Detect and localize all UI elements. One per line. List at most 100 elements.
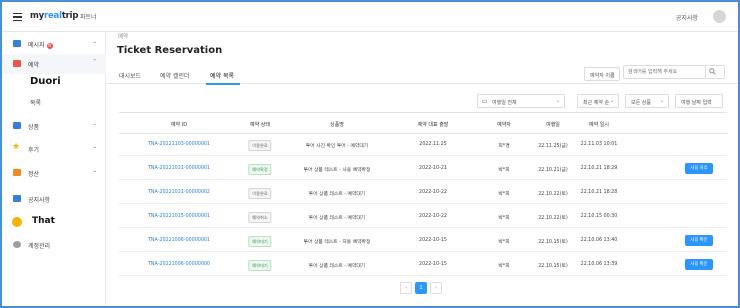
departure-date: 2022.11.25 — [419, 142, 447, 147]
status-badge: 이용완료 — [248, 188, 272, 199]
booker-name: 박*희 — [498, 216, 510, 221]
date-range-input[interactable]: 여행 날짜 입력 — [675, 94, 723, 108]
booked-at: 22.10.15 00:30 — [580, 214, 618, 219]
table-row[interactable]: TNA-20221021-00000002 이용완료 투어 상품 테스트 - 예약대… — [119, 182, 727, 204]
status-badge: 이용완료 — [248, 140, 272, 151]
chevron-down-icon: ⌄ — [555, 98, 560, 104]
sidebar-sub-list[interactable]: 목록 — [30, 98, 41, 107]
row-action-button[interactable]: 사용 확인 — [685, 235, 713, 246]
product-name: 투어 상품 테스트 - 예약대기 — [308, 192, 366, 197]
top-bar: myrealtrip 파트너 공지사항 — [2, 2, 738, 32]
product-name: 투어 상품 테스트 - 예약대기 — [308, 216, 366, 221]
smile-icon — [12, 217, 22, 227]
sidebar-item-that[interactable]: That — [2, 212, 106, 232]
travel-date: 22.10.21(금) — [538, 168, 568, 173]
reservation-id-link[interactable]: TNA-20221015-00000001 — [148, 214, 210, 219]
message-icon — [13, 40, 21, 47]
megaphone-icon — [13, 195, 21, 202]
avatar[interactable] — [713, 10, 726, 23]
product-name: 투어 상품 테스트 - 예약대기 — [308, 264, 366, 269]
sidebar: 메시지 N ⌄ 예약 ⌃ Duori 목록 상품 ⌄ ★ 후기 ⌄ 정산 ⌄ 공지… — [2, 32, 106, 306]
active-tab-indicator — [206, 83, 240, 85]
tab-reservation-list[interactable]: 예약 목록 — [210, 71, 234, 80]
next-page-button[interactable]: › — [430, 282, 442, 294]
sort-select[interactable]: 최근 예약 순 ⌄ — [577, 94, 619, 108]
booked-at: 22.10.06 13:40 — [580, 238, 618, 243]
row-action-button[interactable]: 사용 확인 — [685, 259, 713, 270]
travel-date: 22.10.15(토) — [538, 240, 568, 245]
travel-date: 22.11.25(금) — [538, 144, 568, 149]
brand-subtitle: 파트너 — [80, 14, 97, 21]
table-row[interactable]: TNA-20221006-00000001 예약대기 투어 상품 테스트 - 자동 … — [119, 230, 727, 252]
reservation-id-link[interactable]: TNA-20221021-00000002 — [148, 190, 210, 195]
product-name: 투어 상품 테스트 - 자동 예약확정 — [303, 240, 371, 245]
status-badge: 예약대기 — [248, 236, 272, 247]
reservation-id-link[interactable]: TNA-20221103-00000001 — [148, 142, 210, 147]
booker-name: 박*희 — [498, 192, 510, 197]
chevron-down-icon: ⌄ — [92, 144, 97, 150]
table-row[interactable]: TNA-20221015-00000001 예약취소 투어 상품 테스트 - 예약대… — [119, 206, 727, 228]
table-header: 예약 ID 예약 상태 상품명 예약 대표 출발 예약자 여행일 예약 일시 — [119, 112, 727, 134]
booked-at: 22.10.06 13:39 — [580, 262, 618, 267]
product-name: 투어 상품 테스트 - 사용 예약확정 — [303, 168, 371, 173]
chevron-down-icon: ⌄ — [92, 121, 97, 127]
departure-date: 2022-10-15 — [419, 238, 447, 243]
sidebar-sub-duori[interactable]: Duori — [30, 76, 61, 87]
tab-calendar[interactable]: 예약 캘린더 — [160, 71, 190, 80]
chevron-down-icon: ⌄ — [92, 39, 97, 45]
row-action-button[interactable]: 사용 처리 — [685, 163, 713, 174]
search-icon — [709, 68, 716, 75]
tab-dashboard[interactable]: 대시보드 — [119, 71, 141, 80]
app-window: myrealtrip 파트너 공지사항 메시지 N ⌄ 예약 ⌃ Duori 목록… — [0, 0, 740, 308]
chevron-down-icon: ⌄ — [92, 168, 97, 174]
reservation-id-link[interactable]: TNA-20221006-00000001 — [148, 238, 210, 243]
settings-icon — [13, 241, 21, 248]
table-row[interactable]: TNA-20221103-00000001 이용완료 투어 사진 확인 투어 - 예… — [119, 134, 727, 156]
star-icon: ★ — [12, 142, 21, 152]
travel-date-filter[interactable]: ▭ 여행일 전체 ⌄ — [477, 94, 565, 108]
travel-date: 22.10.22(토) — [538, 216, 568, 221]
booker-name: 박*희 — [498, 264, 510, 269]
chevron-down-icon: ⌄ — [609, 98, 614, 104]
departure-date: 2022-10-21 — [419, 166, 447, 171]
sidebar-item-products[interactable]: 상품 ⌄ — [2, 116, 106, 136]
chevron-up-icon: ⌃ — [92, 59, 97, 65]
booked-at: 22.11.03 10:01 — [580, 142, 618, 147]
product-name: 투어 사진 확인 투어 - 예약대기 — [305, 144, 369, 149]
chevron-down-icon: ⌄ — [659, 98, 664, 104]
booked-at: 22.10.21 18:29 — [580, 166, 618, 171]
table-row[interactable]: TNA-20221006-00000000 예약대기 투어 상품 테스트 - 예약대… — [119, 254, 727, 276]
menu-icon[interactable] — [13, 13, 22, 22]
notice-link[interactable]: 공지사항 — [676, 13, 698, 22]
sidebar-item-reservation[interactable]: 예약 ⌃ — [2, 54, 106, 74]
search-button[interactable] — [705, 65, 719, 79]
booked-at: 22.10.21 18:28 — [580, 190, 618, 195]
travel-date: 22.10.15(토) — [538, 264, 568, 269]
settlement-icon — [13, 169, 21, 176]
reservation-id-link[interactable]: TNA-20221006-00000000 — [148, 262, 210, 267]
product-icon — [13, 122, 21, 129]
status-badge: 예약취소 — [248, 212, 272, 223]
product-select[interactable]: 모든 상품 ⌄ — [625, 94, 669, 108]
sidebar-item-messages[interactable]: 메시지 N ⌄ — [2, 34, 106, 54]
sidebar-item-notices[interactable]: 공지사항 — [2, 189, 106, 209]
main-content: 예약 Ticket Reservation 대시보드 예약 캘린더 예약 목록 … — [107, 32, 738, 306]
calendar-icon — [13, 60, 21, 67]
breadcrumb[interactable]: 예약 — [118, 32, 128, 40]
table-row[interactable]: TNA-20221021-00000001 예약확정 투어 상품 테스트 - 사용 … — [119, 158, 727, 180]
notification-badge: N — [46, 43, 53, 49]
page-1-button[interactable]: 1 — [415, 282, 427, 294]
departure-date: 2022-10-22 — [419, 214, 447, 219]
brand-logo[interactable]: myrealtrip — [30, 11, 78, 21]
sidebar-item-settlement[interactable]: 정산 ⌄ — [2, 163, 106, 183]
calendar-icon: ▭ — [482, 97, 488, 105]
search-field-select[interactable]: 예약자 이름 ⌄ — [584, 67, 620, 81]
sidebar-item-reviews[interactable]: ★ 후기 ⌄ — [2, 139, 106, 159]
sidebar-item-account[interactable]: 계정관리 — [2, 235, 106, 255]
departure-date: 2022-10-22 — [419, 190, 447, 195]
departure-date: 2022-10-15 — [419, 262, 447, 267]
prev-page-button[interactable]: ‹ — [400, 282, 412, 294]
reservation-id-link[interactable]: TNA-20221021-00000001 — [148, 166, 210, 171]
status-badge: 예약확정 — [248, 164, 272, 175]
booker-name: 박*희 — [498, 168, 510, 173]
